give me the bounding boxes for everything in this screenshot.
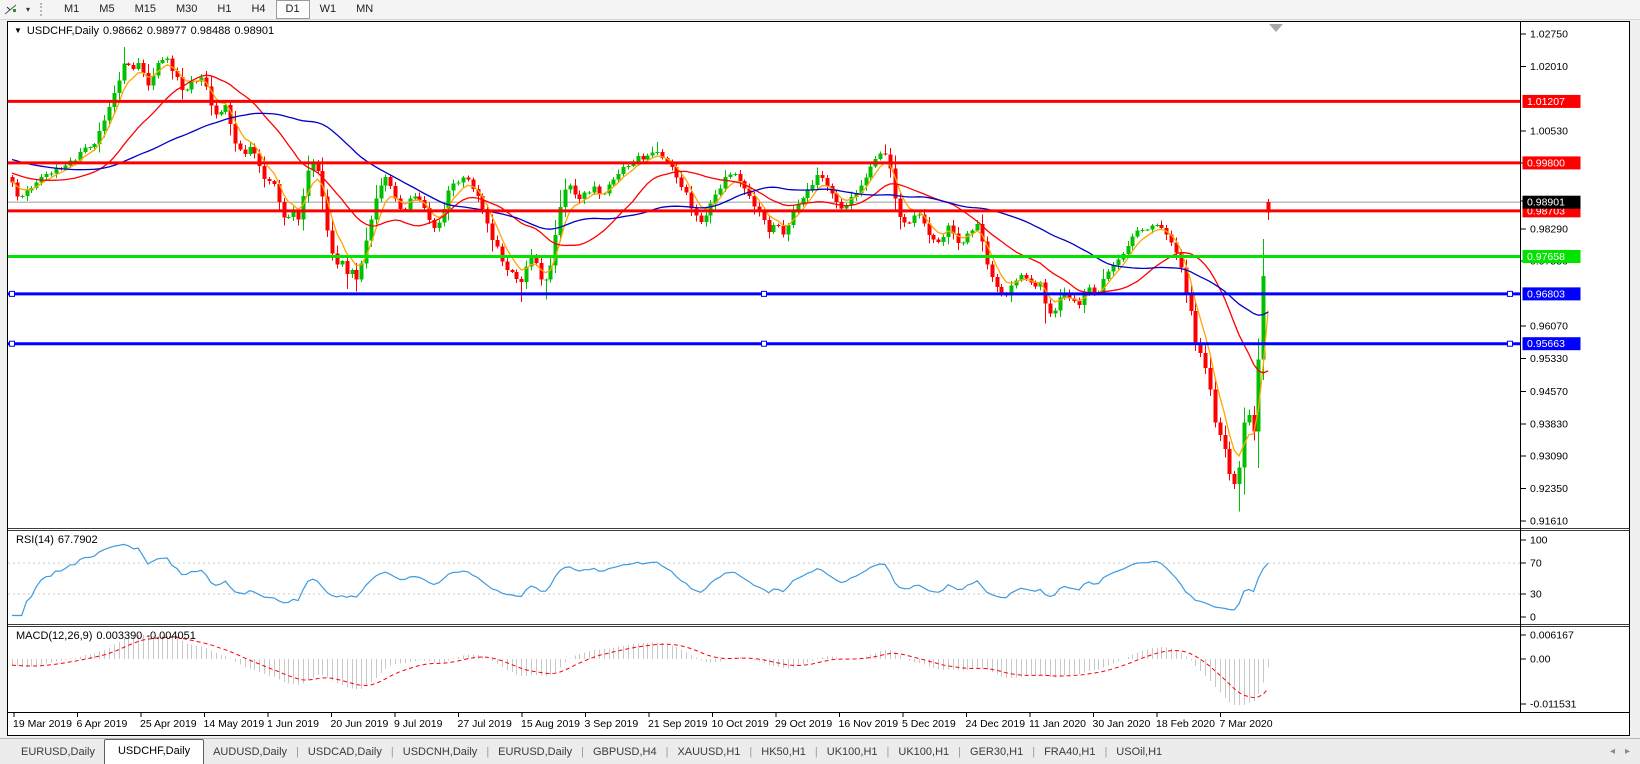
chart-tab-hk50-h1-8[interactable]: HK50,H1 <box>752 741 815 764</box>
price-tick-label: 0.95330 <box>1530 353 1568 365</box>
price-tick-label: 1.02750 <box>1530 29 1568 41</box>
price-label-095663: 0.95663 <box>1523 337 1581 350</box>
date-tick-label: 6 Apr 2019 <box>77 718 128 730</box>
chart-tab-uk100-h1-10[interactable]: UK100,H1 <box>889 741 958 764</box>
ohlc-high: 0.98977 <box>147 25 187 37</box>
date-tick-label: 14 May 2019 <box>204 718 265 730</box>
chart-tab-uk100-h1-9[interactable]: UK100,H1 <box>818 741 887 764</box>
chart-tab-usdchf-daily-1[interactable]: USDCHF,Daily <box>104 739 204 764</box>
tab-scroll-right-icon[interactable]: ▸ <box>1625 746 1630 757</box>
date-tick-label: 20 Jun 2019 <box>331 718 389 730</box>
date-tick-label: 7 Mar 2020 <box>1220 718 1273 730</box>
date-tick-label: 18 Feb 2020 <box>1156 718 1215 730</box>
chart-tab-ger30-h1-11[interactable]: GER30,H1 <box>961 741 1032 764</box>
svg-text:0.99800: 0.99800 <box>1527 157 1565 169</box>
macd-tick-label: -0.011531 <box>1530 698 1577 710</box>
ohlc-low: 0.98488 <box>191 25 231 37</box>
chart-canvas[interactable]: 1.027501.020101.005300.998000.989300.982… <box>0 0 1640 738</box>
date-tick-label: 11 Jan 2020 <box>1029 718 1086 730</box>
price-label-097658: 0.97658 <box>1523 250 1581 263</box>
date-tick-label: 9 Jul 2019 <box>394 718 443 730</box>
ohlc-close: 0.98901 <box>234 25 274 37</box>
date-tick-label: 10 Oct 2019 <box>712 718 769 730</box>
date-tick-label: 19 Mar 2019 <box>13 718 72 730</box>
date-tick-label: 25 Apr 2019 <box>140 718 197 730</box>
chart-tab-usoil-h1-13[interactable]: USOil,H1 <box>1107 741 1171 764</box>
date-tick-label: 30 Jan 2020 <box>1093 718 1151 730</box>
date-tick-label: 16 Nov 2019 <box>839 718 899 730</box>
price-tick-label: 0.93090 <box>1530 451 1568 463</box>
rsi-indicator-label: RSI(14) 67.7902 <box>16 534 102 546</box>
date-tick-label: 24 Dec 2019 <box>966 718 1026 730</box>
chart-tab-usdcnh-daily-4[interactable]: USDCNH,Daily <box>394 741 487 764</box>
svg-text:0.96803: 0.96803 <box>1527 288 1565 300</box>
macd-tick-label: 0.00 <box>1530 654 1551 666</box>
macd-label: MACD(12,26,9) <box>16 630 92 642</box>
chart-symbol: USDCHF,Daily <box>27 25 99 37</box>
price-label-101207: 1.01207 <box>1523 95 1581 108</box>
price-tick-label: 1.00530 <box>1530 126 1568 138</box>
line-handle[interactable] <box>1508 341 1513 346</box>
price-tick-label: 0.94570 <box>1530 386 1568 398</box>
date-tick-label: 5 Dec 2019 <box>902 718 956 730</box>
line-handle[interactable] <box>10 341 15 346</box>
chart-tab-bar: EURUSD,DailyUSDCHF,DailyAUDUSD,Daily|USD… <box>0 738 1640 764</box>
rsi-label: RSI(14) <box>16 534 54 546</box>
chart-tab-fra40-h1-12[interactable]: FRA40,H1 <box>1035 741 1104 764</box>
line-handle[interactable] <box>10 291 15 296</box>
chart-title: ▼ USDCHF,Daily 0.98662 0.98977 0.984880.9890… <box>14 25 278 37</box>
macd-indicator-label: MACD(12,26,9) 0.003390 -0.004051 <box>16 630 200 642</box>
bid-price-label: 0.98901 <box>1523 196 1581 209</box>
chart-title-caret-icon[interactable]: ▼ <box>14 26 22 35</box>
date-tick-label: 29 Oct 2019 <box>775 718 832 730</box>
chart-tab-audusd-daily-2[interactable]: AUDUSD,Daily <box>204 741 296 764</box>
date-tick-label: 15 Aug 2019 <box>521 718 580 730</box>
macd-main-value: 0.003390 <box>96 630 142 642</box>
macd-signal-value: -0.004051 <box>146 630 196 642</box>
chart-tab-xauusd-h1-7[interactable]: XAUUSD,H1 <box>668 741 749 764</box>
price-tick-label: 0.93830 <box>1530 418 1568 430</box>
price-label-099800: 0.99800 <box>1523 156 1581 169</box>
svg-text:0.98901: 0.98901 <box>1527 197 1565 209</box>
svg-text:0.97658: 0.97658 <box>1527 251 1565 263</box>
chart-tab-gbpusd-h4-6[interactable]: GBPUSD,H4 <box>584 741 666 764</box>
macd-tick-label: 0.006167 <box>1530 629 1574 641</box>
rsi-value: 67.7902 <box>58 534 98 546</box>
rsi-tick-label: 100 <box>1530 535 1548 547</box>
price-label-096803: 0.96803 <box>1523 287 1581 300</box>
chart-tab-usdcad-daily-3[interactable]: USDCAD,Daily <box>299 741 391 764</box>
price-tick-label: 0.96070 <box>1530 320 1568 332</box>
date-tick-label: 3 Sep 2019 <box>585 718 639 730</box>
price-tick-label: 0.98290 <box>1530 223 1568 235</box>
line-handle[interactable] <box>1508 291 1513 296</box>
line-handle[interactable] <box>762 341 767 346</box>
price-tick-label: 0.91610 <box>1530 515 1568 527</box>
tab-scroll-left-icon[interactable]: ◂ <box>1610 746 1615 757</box>
date-tick-label: 27 Jul 2019 <box>458 718 512 730</box>
tab-scroll-arrows: ◂▸ <box>1600 746 1630 757</box>
date-tick-label: 21 Sep 2019 <box>648 718 708 730</box>
rsi-tick-label: 30 <box>1530 588 1542 600</box>
chart-tab-eurusd-daily-5[interactable]: EURUSD,Daily <box>489 741 581 764</box>
ohlc-open: 0.98662 <box>103 25 143 37</box>
line-handle[interactable] <box>762 291 767 296</box>
rsi-tick-label: 70 <box>1530 558 1542 570</box>
svg-text:1.01207: 1.01207 <box>1527 96 1565 108</box>
svg-text:0.95663: 0.95663 <box>1527 338 1565 350</box>
rsi-tick-label: 0 <box>1530 612 1536 624</box>
price-tick-label: 0.92350 <box>1530 483 1568 495</box>
chart-tab-eurusd-daily-0[interactable]: EURUSD,Daily <box>12 741 104 764</box>
chart-window <box>8 22 1630 736</box>
date-tick-label: 1 Jun 2019 <box>267 718 319 730</box>
price-tick-label: 1.02010 <box>1530 61 1568 73</box>
